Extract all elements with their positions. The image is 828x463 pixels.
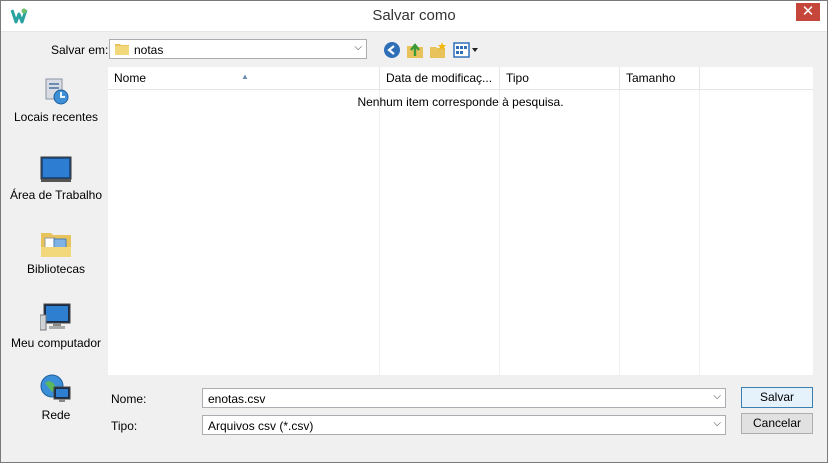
column-divider [499, 90, 500, 375]
place-recent[interactable]: Locais recentes [8, 75, 104, 125]
file-list[interactable]: Nome ▲ Data de modificaç... Tipo Tamanho… [108, 67, 813, 375]
computer-icon [40, 303, 71, 331]
file-type-value: Arquivos csv (*.csv) [208, 419, 314, 433]
place-label: Rede [41, 408, 71, 422]
name-label: Nome: [111, 392, 147, 406]
network-icon [40, 374, 71, 402]
place-network[interactable]: Rede [8, 373, 104, 423]
column-header-size[interactable]: Tamanho [620, 67, 700, 90]
column-header-name[interactable]: Nome ▲ [108, 67, 380, 90]
dialog-title: Salvar como [372, 7, 456, 24]
save-in-label: Salvar em: [51, 43, 109, 57]
column-divider [379, 90, 380, 375]
type-label: Tipo: [111, 419, 138, 433]
chevron-down-icon[interactable]: ⌵ [713, 391, 721, 402]
recent-places-icon [45, 78, 69, 105]
libraries-icon [41, 233, 71, 257]
place-libraries[interactable]: Bibliotecas [8, 227, 104, 277]
save-in-dropdown[interactable]: notas ⌵ [109, 39, 367, 59]
place-label: Bibliotecas [26, 262, 86, 276]
file-type-select[interactable]: Arquivos csv (*.csv) ⌵ [202, 415, 726, 435]
chevron-down-icon: ⌵ [354, 42, 362, 53]
chevron-down-icon[interactable]: ⌵ [713, 418, 721, 429]
column-header-date[interactable]: Data de modificaç... [380, 67, 500, 90]
column-header-empty [700, 67, 813, 90]
save-dialog: Salvar como ✕ Salvar em: notas ⌵ Locais … [0, 0, 828, 463]
save-in-value: notas [134, 43, 164, 57]
save-button[interactable]: Salvar [741, 387, 813, 408]
place-label: Área de Trabalho [9, 188, 103, 202]
close-button[interactable]: ✕ [796, 3, 820, 21]
file-name-input[interactable]: enotas.csv ⌵ [202, 388, 726, 408]
sort-ascending-icon: ▲ [241, 72, 249, 81]
column-divider [619, 90, 620, 375]
column-header-type[interactable]: Tipo [500, 67, 620, 90]
empty-list-message: Nenhum item corresponde à pesquisa. [357, 95, 564, 109]
back-icon[interactable] [383, 41, 401, 59]
place-label: Meu computador [10, 336, 102, 350]
file-name-value: enotas.csv [208, 392, 266, 406]
new-folder-icon[interactable] [429, 41, 447, 59]
column-divider [699, 90, 700, 375]
place-computer[interactable]: Meu computador [8, 301, 104, 351]
desktop-icon [40, 156, 72, 182]
view-menu-icon[interactable] [453, 41, 479, 59]
places-bar: Locais recentes Área de Trabalho Bibliot… [8, 67, 104, 433]
place-desktop[interactable]: Área de Trabalho [8, 153, 104, 203]
up-folder-icon[interactable] [406, 41, 424, 59]
place-label: Locais recentes [13, 110, 99, 124]
folder-icon [115, 44, 129, 55]
cancel-button[interactable]: Cancelar [741, 413, 813, 434]
title-bar: Salvar como ✕ [1, 1, 827, 32]
